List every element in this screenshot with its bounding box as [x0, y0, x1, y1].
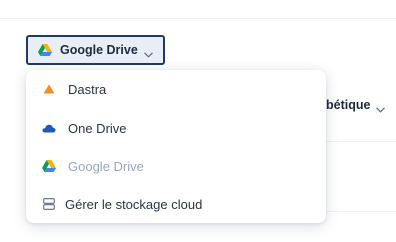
menu-item-label: Google Drive: [68, 158, 144, 174]
menu-item-label: Dastra: [68, 81, 107, 97]
sort-selector[interactable]: bétique: [326, 98, 386, 113]
drive-selector-label: Google Drive: [60, 43, 138, 57]
chevron-down-icon: [376, 102, 386, 113]
google-drive-icon: [38, 43, 52, 57]
row-divider: [326, 211, 396, 212]
menu-item-google-drive: Google Drive: [26, 149, 326, 183]
drive-dropdown-menu: Dastra One Drive Google Drive Gérer le s…: [26, 70, 326, 223]
dastra-icon: [42, 82, 56, 96]
drive-selector-button[interactable]: Google Drive: [26, 35, 165, 65]
menu-item-label: Gérer le stockage cloud: [65, 196, 203, 212]
sort-label: bétique: [326, 98, 371, 112]
menu-item-manage-storage[interactable]: Gérer le stockage cloud: [26, 187, 326, 221]
storage-icon: [42, 197, 56, 211]
onedrive-icon: [42, 121, 56, 135]
menu-item-dastra[interactable]: Dastra: [26, 72, 326, 106]
google-drive-icon: [42, 159, 56, 173]
row-divider: [326, 141, 396, 142]
chevron-down-icon: [143, 47, 153, 58]
menu-item-label: One Drive: [68, 120, 127, 136]
menu-item-onedrive[interactable]: One Drive: [26, 111, 326, 145]
top-divider: [0, 18, 396, 19]
